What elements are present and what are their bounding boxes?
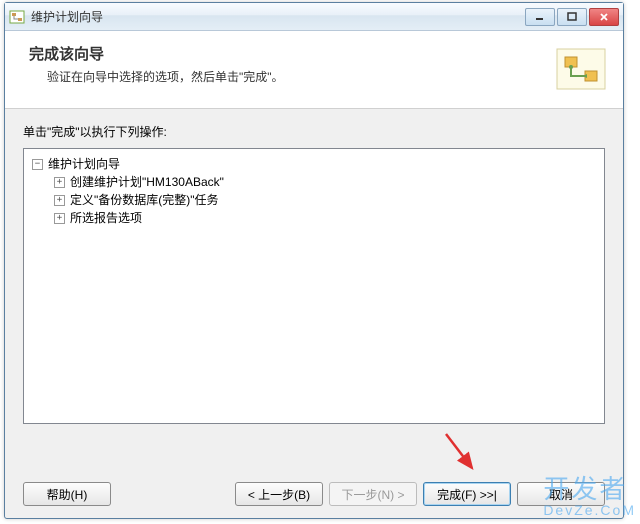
wizard-icon <box>555 43 607 95</box>
tree-node-child[interactable]: + 创建维护计划"HM130ABack" <box>54 173 598 191</box>
expand-icon[interactable]: + <box>54 195 65 206</box>
cancel-button[interactable]: 取消 <box>517 482 605 506</box>
help-button[interactable]: 帮助(H) <box>23 482 111 506</box>
close-button[interactable] <box>589 8 619 26</box>
button-bar: 帮助(H) < 上一步(B) 下一步(N) > 完成(F) >>| 取消 <box>5 482 623 506</box>
tree-child-label: 创建维护计划"HM130ABack" <box>70 173 224 191</box>
tree-root-label: 维护计划向导 <box>48 155 120 173</box>
tree-node-child[interactable]: + 所选报告选项 <box>54 209 598 227</box>
titlebar: 维护计划向导 <box>5 3 623 31</box>
next-button: 下一步(N) > <box>329 482 417 506</box>
page-title: 完成该向导 <box>29 43 555 64</box>
wizard-content: 单击"完成"以执行下列操作: − 维护计划向导 + 创建维护计划"HM130AB… <box>5 109 623 424</box>
app-icon <box>9 9 25 25</box>
back-button[interactable]: < 上一步(B) <box>235 482 323 506</box>
wizard-window: 维护计划向导 完成该向导 验证在向导中选择的选项，然后单击"完成"。 <box>4 2 624 519</box>
tree-node-root[interactable]: − 维护计划向导 <box>32 155 598 173</box>
summary-tree[interactable]: − 维护计划向导 + 创建维护计划"HM130ABack" + 定义"备份数据库… <box>23 148 605 424</box>
tree-node-child[interactable]: + 定义"备份数据库(完整)"任务 <box>54 191 598 209</box>
instruction-text: 单击"完成"以执行下列操作: <box>23 123 605 140</box>
window-title: 维护计划向导 <box>31 8 523 25</box>
collapse-icon[interactable]: − <box>32 159 43 170</box>
tree-child-label: 所选报告选项 <box>70 209 142 227</box>
maximize-button[interactable] <box>557 8 587 26</box>
finish-button[interactable]: 完成(F) >>| <box>423 482 511 506</box>
tree-child-label: 定义"备份数据库(完整)"任务 <box>70 191 219 209</box>
minimize-button[interactable] <box>525 8 555 26</box>
page-description: 验证在向导中选择的选项，然后单击"完成"。 <box>47 68 555 85</box>
wizard-header: 完成该向导 验证在向导中选择的选项，然后单击"完成"。 <box>5 31 623 109</box>
expand-icon[interactable]: + <box>54 177 65 188</box>
expand-icon[interactable]: + <box>54 213 65 224</box>
